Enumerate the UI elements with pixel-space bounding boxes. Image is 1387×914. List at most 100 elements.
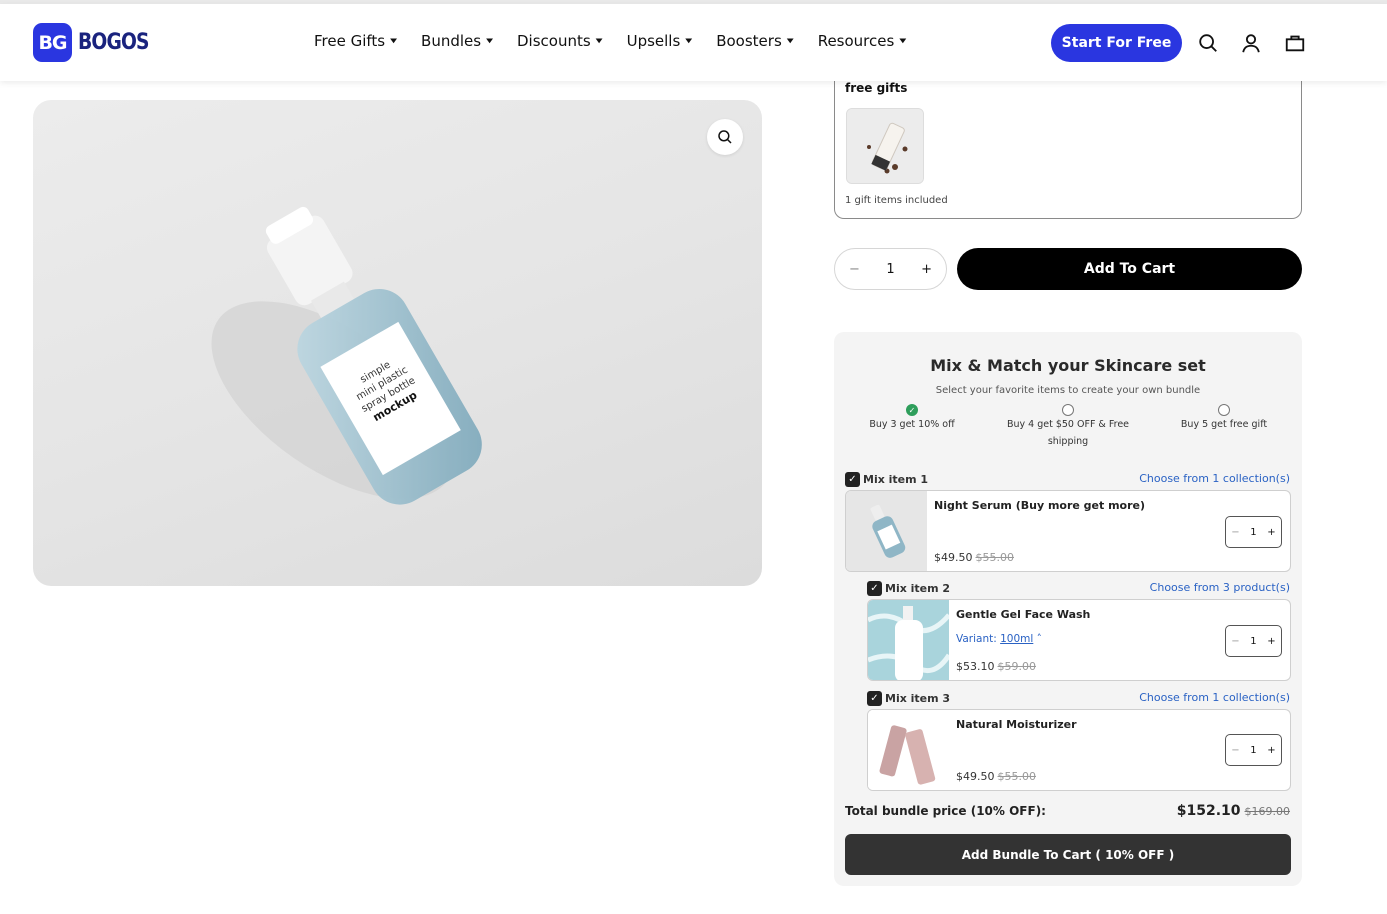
item-quantity-stepper[interactable]: − 1 + bbox=[1225, 734, 1282, 766]
radio-icon bbox=[1218, 404, 1230, 416]
nav-label: Boosters bbox=[716, 32, 782, 50]
nav-bundles[interactable]: Bundles ▼ bbox=[421, 32, 493, 50]
compare-price: $59.00 bbox=[997, 660, 1037, 673]
product-image[interactable]: simple mini plastic spray bottle mockup bbox=[33, 100, 762, 586]
brand-name: BOGOS bbox=[78, 30, 149, 55]
cart-icon[interactable] bbox=[1284, 32, 1306, 54]
product-price: $53.10 $59.00 bbox=[956, 660, 1036, 673]
item-quantity-stepper[interactable]: − 1 + bbox=[1225, 625, 1282, 657]
gift-count-note: 1 gift items included bbox=[845, 195, 948, 206]
nav-upsells[interactable]: Upsells ▼ bbox=[627, 32, 693, 50]
mix-item-2-header: ✓ Mix item 2 bbox=[867, 581, 950, 596]
checkbox-checked-icon[interactable]: ✓ bbox=[867, 691, 882, 706]
decrease-qty-button[interactable]: − bbox=[1231, 745, 1239, 756]
logo-mark-icon: BG bbox=[33, 23, 72, 62]
total-compare-price: $169.00 bbox=[1244, 805, 1291, 818]
nav-label: Resources bbox=[817, 32, 895, 50]
mix-item-label: Mix item 1 bbox=[863, 473, 929, 486]
qty-value: 1 bbox=[1250, 744, 1257, 756]
compare-price: $55.00 bbox=[997, 770, 1037, 783]
decrease-qty-button[interactable]: − bbox=[1231, 527, 1239, 538]
qty-value: 1 bbox=[886, 261, 895, 277]
tier-label: Buy 5 get free gift bbox=[1180, 419, 1268, 430]
decrease-qty-button[interactable]: − bbox=[1231, 636, 1239, 647]
qty-value: 1 bbox=[1250, 526, 1257, 538]
moisturizer-image[interactable] bbox=[868, 710, 949, 790]
mix-item-2-card: Gentle Gel Face Wash Variant: 100ml ˄ $5… bbox=[867, 599, 1291, 681]
nav-label: Bundles bbox=[421, 32, 482, 50]
gift-thumbnail[interactable] bbox=[846, 108, 924, 184]
tier-option-2[interactable]: Buy 4 get $50 OFF & Free shipping bbox=[998, 404, 1138, 450]
decrease-qty-button[interactable]: − bbox=[849, 262, 860, 277]
checkbox-checked-icon[interactable]: ✓ bbox=[867, 581, 882, 596]
tier-option-3[interactable]: Buy 5 get free gift bbox=[1154, 404, 1294, 433]
nav-free-gifts[interactable]: Free Gifts ▼ bbox=[314, 32, 397, 50]
site-header: BG BOGOS Free Gifts ▼ Bundles ▼ Discounts ▼… bbox=[0, 4, 1387, 81]
nav-resources[interactable]: Resources ▼ bbox=[818, 32, 907, 50]
mix-item-label: Mix item 3 bbox=[885, 692, 951, 705]
checkbox-checked-icon[interactable]: ✓ bbox=[845, 472, 860, 487]
increase-qty-button[interactable]: + bbox=[921, 262, 932, 277]
chevron-down-icon: ▼ bbox=[786, 37, 794, 45]
mix-item-1-header: ✓ Mix item 1 bbox=[845, 472, 928, 487]
face-wash-bottle-image bbox=[868, 600, 952, 680]
product-name: Gentle Gel Face Wash bbox=[956, 608, 1091, 621]
moisturizer-tubes-image bbox=[868, 710, 949, 790]
add-bundle-to-cart-button[interactable]: Add Bundle To Cart ( 10% OFF ) bbox=[845, 834, 1291, 875]
start-for-free-button[interactable]: Start For Free bbox=[1051, 24, 1182, 62]
product-name: Night Serum (Buy more get more) bbox=[934, 499, 1146, 512]
item-quantity-stepper[interactable]: − 1 + bbox=[1225, 516, 1282, 548]
chevron-up-icon[interactable]: ˄ bbox=[1033, 633, 1042, 645]
product-name: Natural Moisturizer bbox=[956, 718, 1077, 731]
night-serum-image[interactable] bbox=[846, 491, 927, 571]
free-gifts-title: free gifts bbox=[845, 81, 908, 95]
sale-price: $49.50 bbox=[934, 551, 973, 564]
zoom-button[interactable] bbox=[707, 119, 743, 155]
nav-label: Upsells bbox=[626, 32, 681, 50]
brand-logo[interactable]: BG BOGOS bbox=[33, 23, 161, 62]
chevron-down-icon: ▼ bbox=[899, 37, 907, 45]
tier-option-1[interactable]: ✓ Buy 3 get 10% off bbox=[842, 404, 982, 433]
product-price: $49.50 $55.00 bbox=[934, 551, 1014, 564]
product-price: $49.50 $55.00 bbox=[956, 770, 1036, 783]
account-icon[interactable] bbox=[1240, 32, 1262, 54]
tier-label: Buy 3 get 10% off bbox=[869, 419, 955, 430]
sale-price: $49.50 bbox=[956, 770, 995, 783]
choose-collection-link[interactable]: Choose from 1 collection(s) bbox=[1139, 691, 1290, 704]
chevron-down-icon: ▼ bbox=[685, 37, 693, 45]
mix-item-1-card: Night Serum (Buy more get more) $49.50 $5… bbox=[845, 490, 1291, 572]
nav-discounts[interactable]: Discounts ▼ bbox=[517, 32, 603, 50]
spray-bottle-image: simple mini plastic spray bottle mockup bbox=[211, 206, 482, 505]
mix-item-label: Mix item 2 bbox=[885, 582, 951, 595]
search-icon[interactable] bbox=[1197, 32, 1219, 54]
variant-value[interactable]: 100ml bbox=[1000, 633, 1033, 645]
bundle-subtitle: Select your favorite items to create you… bbox=[935, 385, 1201, 396]
choose-products-link[interactable]: Choose from 3 product(s) bbox=[1150, 581, 1290, 594]
increase-qty-button[interactable]: + bbox=[1267, 745, 1275, 756]
tier-label: Buy 4 get $50 OFF & Free shipping bbox=[1006, 419, 1130, 447]
increase-qty-button[interactable]: + bbox=[1267, 636, 1275, 647]
add-to-cart-button[interactable]: Add To Cart bbox=[957, 248, 1302, 290]
variant-label: Variant: bbox=[956, 633, 997, 645]
check-icon: ✓ bbox=[906, 404, 918, 416]
serum-bottle-image bbox=[846, 491, 927, 571]
face-wash-image[interactable] bbox=[868, 600, 952, 680]
sale-price: $53.10 bbox=[956, 660, 995, 673]
nav-boosters[interactable]: Boosters ▼ bbox=[716, 32, 793, 50]
bundle-total-price: $152.10 $169.00 bbox=[1177, 803, 1290, 819]
mix-item-3-header: ✓ Mix item 3 bbox=[867, 691, 950, 706]
quantity-stepper[interactable]: − 1 + bbox=[834, 248, 947, 290]
total-sale-price: $152.10 bbox=[1176, 803, 1241, 819]
zoom-icon bbox=[718, 130, 732, 144]
chevron-down-icon: ▼ bbox=[595, 37, 603, 45]
chevron-down-icon: ▼ bbox=[486, 37, 493, 45]
variant-selector[interactable]: Variant: 100ml ˄ bbox=[956, 633, 1042, 645]
chevron-down-icon: ▼ bbox=[390, 37, 398, 45]
main-nav: Free Gifts ▼ Bundles ▼ Discounts ▼ Upsells ▼… bbox=[314, 32, 930, 50]
nav-label: Discounts bbox=[517, 32, 591, 50]
bundle-title: Mix & Match your Skincare set bbox=[930, 356, 1206, 375]
compare-price: $55.00 bbox=[975, 551, 1015, 564]
choose-collection-link[interactable]: Choose from 1 collection(s) bbox=[1139, 472, 1290, 485]
increase-qty-button[interactable]: + bbox=[1267, 527, 1275, 538]
radio-icon bbox=[1062, 404, 1074, 416]
